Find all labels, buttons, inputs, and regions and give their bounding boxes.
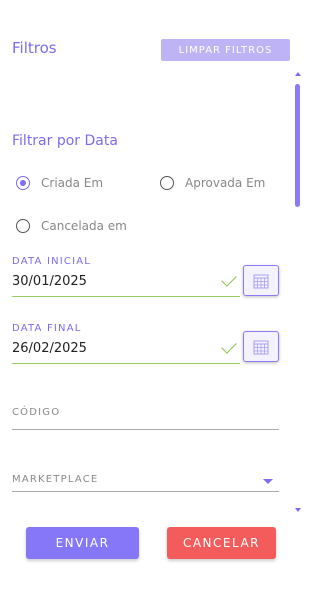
end-date-calendar-button[interactable] (243, 331, 279, 362)
radio-unchecked-icon (160, 176, 174, 190)
marketplace-underline (12, 491, 279, 492)
start-date-calendar-button[interactable] (243, 265, 279, 296)
end-date-input[interactable]: 26/02/2025 (12, 341, 87, 356)
clear-filters-button[interactable]: LIMPAR FILTROS (161, 39, 290, 61)
valid-check-icon (221, 271, 237, 287)
date-filter-title: Filtrar por Data (12, 133, 118, 149)
code-input[interactable] (12, 410, 279, 428)
radio-aprovada-em[interactable]: Aprovada Em (160, 176, 265, 190)
radio-label: Criada Em (41, 176, 104, 190)
send-button[interactable]: ENVIAR (26, 527, 139, 559)
scroll-down-icon[interactable] (295, 508, 301, 512)
cancel-button[interactable]: CANCELAR (167, 527, 276, 559)
valid-check-icon (221, 338, 237, 354)
radio-checked-icon (16, 176, 30, 190)
start-date-underline (12, 296, 240, 297)
calendar-icon (253, 274, 269, 288)
end-date-label: DATA FINAL (12, 323, 82, 334)
end-date-underline (12, 363, 240, 364)
scrollbar-thumb[interactable] (295, 84, 300, 207)
radio-criada-em[interactable]: Criada Em (16, 176, 103, 190)
code-underline (12, 429, 279, 430)
calendar-icon (253, 340, 269, 354)
scroll-up-icon[interactable] (295, 72, 301, 76)
radio-cancelada-em[interactable]: Cancelada em (16, 219, 127, 233)
start-date-label: DATA INICIAL (12, 256, 92, 267)
chevron-down-icon[interactable] (263, 479, 273, 484)
radio-label: Cancelada em (41, 219, 127, 233)
page-title: Filtros (12, 39, 57, 57)
radio-label: Aprovada Em (185, 176, 266, 190)
marketplace-select[interactable] (12, 474, 279, 492)
start-date-input[interactable]: 30/01/2025 (12, 274, 87, 289)
radio-unchecked-icon (16, 219, 30, 233)
